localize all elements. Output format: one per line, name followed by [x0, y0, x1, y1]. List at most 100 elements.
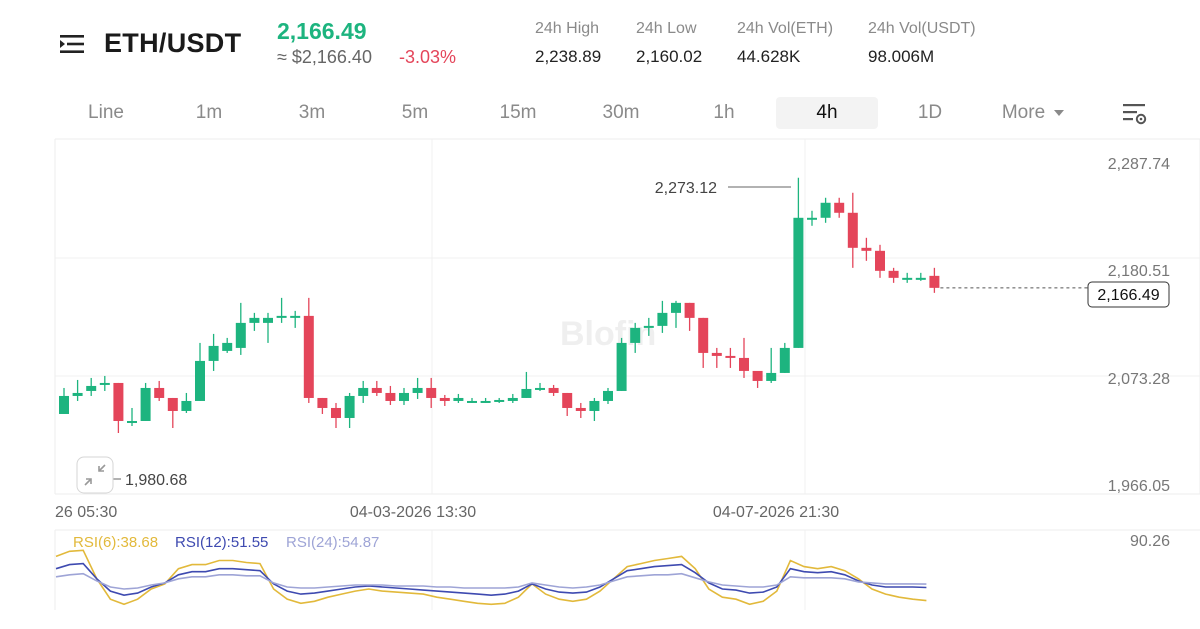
candle — [698, 317, 709, 368]
candle-body — [820, 202, 831, 218]
candle-body — [399, 392, 409, 401]
y-tick-label: 2,287.74 — [1108, 156, 1170, 173]
rsi-line-2 — [55, 572, 927, 590]
candle-body — [834, 202, 845, 213]
candle — [59, 387, 69, 414]
candle-body — [344, 395, 355, 418]
candle — [399, 387, 409, 405]
candle — [480, 397, 491, 403]
candle — [303, 297, 314, 403]
candle — [140, 382, 151, 421]
candle — [276, 297, 287, 323]
rsi-line-1 — [55, 562, 927, 597]
candle-body — [235, 322, 246, 348]
candle — [195, 342, 205, 401]
candle-body — [589, 400, 600, 411]
candle — [167, 397, 178, 428]
candle-body — [72, 392, 83, 396]
candle-body — [86, 385, 97, 391]
candle — [766, 347, 777, 383]
candle — [426, 377, 437, 408]
candle — [317, 397, 328, 414]
candle — [72, 379, 83, 401]
candle — [752, 370, 763, 388]
low-marker: 1,980.68 — [113, 472, 187, 489]
candle — [99, 375, 110, 391]
candle — [113, 382, 124, 433]
candle — [589, 397, 600, 421]
candle-body — [331, 407, 341, 418]
candle-body — [222, 342, 233, 351]
candle — [616, 337, 627, 391]
candle-body — [358, 387, 369, 396]
candle-body — [140, 387, 151, 421]
candle — [181, 392, 192, 413]
candle — [86, 377, 97, 396]
candle-body — [739, 357, 749, 371]
rsi24-legend: RSI(24):54.87 — [286, 534, 379, 551]
candle-body — [915, 277, 926, 280]
current-price-label: 2,166.49 — [1097, 287, 1159, 304]
x-tick-label: 26 05:30 — [55, 504, 117, 521]
candle — [467, 397, 477, 403]
candle — [453, 393, 464, 403]
y-tick-label: 1,966.05 — [1108, 478, 1170, 495]
candle — [331, 402, 341, 428]
candle — [358, 380, 369, 403]
candle — [344, 392, 355, 428]
candle-body — [779, 347, 790, 373]
candle — [535, 382, 545, 391]
candle-body — [684, 302, 695, 318]
candle-body — [698, 317, 709, 353]
candle — [711, 347, 722, 368]
candle-body — [371, 387, 382, 393]
candle-body — [548, 387, 559, 393]
candle — [548, 384, 559, 396]
candle-body — [127, 420, 137, 423]
candle-body — [630, 327, 641, 343]
candle-body — [276, 315, 287, 318]
candle — [562, 392, 573, 416]
candle — [657, 300, 668, 333]
candle-body — [167, 397, 178, 411]
candle — [154, 380, 165, 401]
candle-body — [888, 270, 899, 278]
candle — [222, 337, 233, 353]
candle-body — [807, 217, 817, 220]
candle-body — [208, 345, 219, 361]
candle-body — [181, 400, 192, 411]
candle — [371, 380, 382, 396]
rsi-series — [55, 549, 927, 606]
rsi-y-label: 90.26 — [1130, 533, 1170, 550]
candle-body — [725, 355, 736, 358]
candle-body — [263, 317, 273, 323]
collapse-button[interactable] — [76, 456, 114, 494]
candle-body — [426, 387, 437, 398]
candle-body — [467, 400, 477, 403]
candle-body — [847, 212, 858, 248]
candle-body — [113, 382, 124, 421]
candle — [439, 394, 450, 406]
candle — [793, 177, 804, 348]
candlestick-series — [59, 177, 940, 433]
candle-body — [99, 382, 110, 385]
candle-body — [902, 277, 913, 280]
candle-body — [412, 387, 423, 393]
candle-body — [154, 387, 165, 398]
candle-body — [317, 397, 328, 408]
high-marker: 2,273.12 — [655, 180, 791, 197]
candle — [820, 197, 831, 223]
candle — [725, 347, 736, 368]
candle — [834, 197, 845, 218]
candle-body — [711, 352, 722, 356]
rsi12-legend: RSI(12):51.55 — [175, 534, 268, 551]
candle — [807, 210, 817, 226]
candle-body — [453, 397, 464, 401]
candle-body — [929, 275, 940, 288]
candle-body — [562, 392, 573, 408]
price-chart[interactable]: Blofin 2,287.74 2,180.51 2,073.28 1,966.… — [0, 0, 1200, 629]
candle — [779, 342, 790, 373]
candle — [929, 267, 940, 293]
candle-body — [766, 372, 777, 381]
candle-body — [480, 400, 491, 403]
